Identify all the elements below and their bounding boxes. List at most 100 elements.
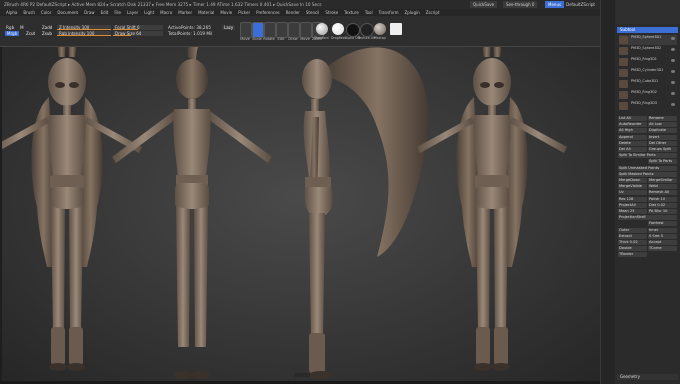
menu-transform[interactable]: Transform	[379, 10, 399, 15]
default-script-button[interactable]: DefaultZScript	[563, 1, 598, 8]
menu-render[interactable]: Render	[286, 10, 300, 15]
panel-button-double[interactable]: Double	[618, 246, 647, 252]
zadd-button[interactable]: Zadd	[40, 25, 54, 30]
visibility-eye-icon[interactable]	[671, 48, 675, 51]
menu-movie[interactable]: Movie	[220, 10, 232, 15]
menu-brush[interactable]: Brush	[23, 10, 35, 15]
menu-edit[interactable]: Edit	[101, 10, 109, 15]
color-swatch-icon[interactable]	[390, 23, 402, 35]
panel-button-all-high[interactable]: All High	[618, 128, 647, 134]
subtool-item[interactable]: PM3D_Sphere3D2	[619, 46, 677, 56]
panel-button-all-low[interactable]: All Low	[648, 122, 677, 128]
subtool-item[interactable]: PM3D_Sphere3D1	[619, 35, 677, 45]
subtool-item[interactable]: PM3D_Cylinder3D1	[619, 68, 677, 78]
draw-size-slider[interactable]: Draw Size 64	[113, 31, 163, 36]
alpha-icon[interactable]	[346, 23, 360, 37]
menu-stencil[interactable]: Stencil	[306, 10, 320, 15]
zsub-button[interactable]: Zsub	[40, 31, 54, 36]
panel-button-inner[interactable]: Inner	[648, 227, 677, 233]
material-icon[interactable]	[374, 23, 386, 35]
panel-button-farthest[interactable]: Farthest	[648, 221, 677, 227]
see-through-slider[interactable]: See-through 0	[503, 1, 538, 8]
visibility-eye-icon[interactable]	[671, 92, 675, 95]
panel-button-delete[interactable]: Delete	[618, 140, 647, 146]
lazy-button[interactable]: Lazy	[222, 25, 236, 30]
menu-macro[interactable]: Macro	[160, 10, 172, 15]
standard-brush-icon[interactable]	[316, 23, 328, 35]
panel-button-split-to-parts[interactable]: Split To Parts	[648, 159, 677, 165]
menu-alpha[interactable]: Alpha	[6, 10, 17, 15]
panel-button-split-unmasked-points[interactable]: Split Unmasked Points	[618, 165, 677, 171]
subtool-item[interactable]: PM3D_Ring3D2	[619, 90, 677, 100]
panel-button-pa-blur-10[interactable]: PA Blur 10	[648, 209, 677, 214]
menu-file[interactable]: File	[114, 10, 121, 15]
menu-tool[interactable]: Tool	[365, 10, 373, 15]
panel-button-mergesimilar[interactable]: MergeSimilar	[648, 178, 677, 183]
mrgb-button[interactable]: Mrgb	[5, 31, 20, 36]
rotate-tool-icon[interactable]	[264, 22, 276, 38]
menu-draw[interactable]: Draw	[84, 10, 94, 15]
panel-button-autoreorder[interactable]: AutoReorder	[618, 122, 647, 128]
panel-button-groups-split[interactable]: Groups Split	[648, 147, 677, 152]
menu-document[interactable]: Document	[57, 10, 78, 15]
menu-texture[interactable]: Texture	[344, 10, 359, 15]
panel-button-insert[interactable]: Insert	[648, 134, 677, 140]
panel-tool-thumbnails[interactable]	[615, 0, 680, 24]
panel-button-uv[interactable]: Uv	[618, 190, 647, 196]
panel-button-accept[interactable]: Accept	[648, 240, 677, 245]
panel-button-del-other[interactable]: Del Other	[648, 140, 677, 146]
visibility-eye-icon[interactable]	[671, 37, 675, 40]
menu-color[interactable]: Color	[41, 10, 51, 15]
edit-tool-icon[interactable]	[276, 22, 288, 38]
focal-shift-slider[interactable]: Focal Shift 0	[113, 25, 163, 30]
menu-zscript[interactable]: Zscript	[426, 10, 440, 15]
texture-icon[interactable]	[360, 23, 374, 37]
panel-button-projectall[interactable]: ProjectAll	[618, 202, 647, 208]
panel-button-polish-10[interactable]: Polish 10	[648, 196, 677, 202]
panel-button-outer[interactable]: Outer	[618, 227, 647, 233]
visibility-eye-icon[interactable]	[671, 70, 675, 73]
visibility-eye-icon[interactable]	[671, 103, 675, 106]
quicksave-button[interactable]: QuickSave	[470, 1, 498, 8]
menu-preferences[interactable]: Preferences	[256, 10, 280, 15]
visibility-eye-icon[interactable]	[671, 59, 675, 62]
menu-picker[interactable]: Picker	[238, 10, 250, 15]
menu-material[interactable]: Material	[198, 10, 214, 15]
geometry-header[interactable]: Geometry	[617, 374, 678, 380]
panel-button-tcorne[interactable]: TCorne	[648, 246, 677, 252]
panel-button-dist-0-02[interactable]: Dist 0.02	[648, 202, 677, 208]
draw-tool-icon[interactable]	[288, 22, 300, 38]
panel-button-res-128[interactable]: Res 128	[618, 196, 647, 202]
panel-button-projectionshell[interactable]: ProjectionShell	[618, 215, 677, 221]
z-intensity-slider[interactable]: Z Intensity 100	[57, 25, 111, 30]
panel-button-weld[interactable]: Weld	[648, 184, 677, 190]
panel-button-extract[interactable]: Extract	[618, 233, 647, 239]
subtool-item[interactable]: PM3D_Cube3D1	[619, 79, 677, 89]
stroke-icon[interactable]	[332, 23, 344, 35]
menu-zplugin[interactable]: Zplugin	[405, 10, 420, 15]
subtool-item[interactable]: PM3D_Ring3D3	[619, 101, 677, 111]
panel-button-list-all[interactable]: List All	[618, 116, 647, 121]
menu-stroke[interactable]: Stroke	[325, 10, 338, 15]
menu-layer[interactable]: Layer	[127, 10, 138, 15]
panel-button-append[interactable]: Append	[618, 134, 647, 140]
subtool-header[interactable]: Subtool	[617, 27, 678, 33]
move-tool-icon[interactable]	[300, 22, 312, 38]
menu-light[interactable]: Light	[144, 10, 154, 15]
visibility-eye-icon[interactable]	[671, 81, 675, 84]
subtool-item[interactable]: PM3D_Ring3D1	[619, 57, 677, 67]
zcut-button[interactable]: Zcut	[24, 31, 37, 36]
rgb-button[interactable]: Rgb	[6, 25, 14, 30]
panel-button-tborder[interactable]: TBorder	[618, 252, 647, 258]
m-button[interactable]: M	[20, 25, 24, 30]
panel-button-mean-25[interactable]: Mean 25	[618, 209, 647, 214]
canvas-viewport[interactable]	[2, 47, 600, 381]
panel-button-duplicate[interactable]: Duplicate	[648, 128, 677, 134]
panel-button-mergedown[interactable]: MergeDown	[618, 178, 647, 183]
panel-button-rename[interactable]: Rename	[648, 116, 677, 121]
panel-button-del-all[interactable]: Del All	[618, 147, 647, 152]
rgb-intensity-slider[interactable]: Rgb Intensity 100	[57, 31, 111, 36]
scale-tool-icon[interactable]	[252, 22, 264, 38]
menu-marker[interactable]: Marker	[178, 10, 192, 15]
panel-button-remesh-all[interactable]: Remesh All	[648, 190, 677, 196]
